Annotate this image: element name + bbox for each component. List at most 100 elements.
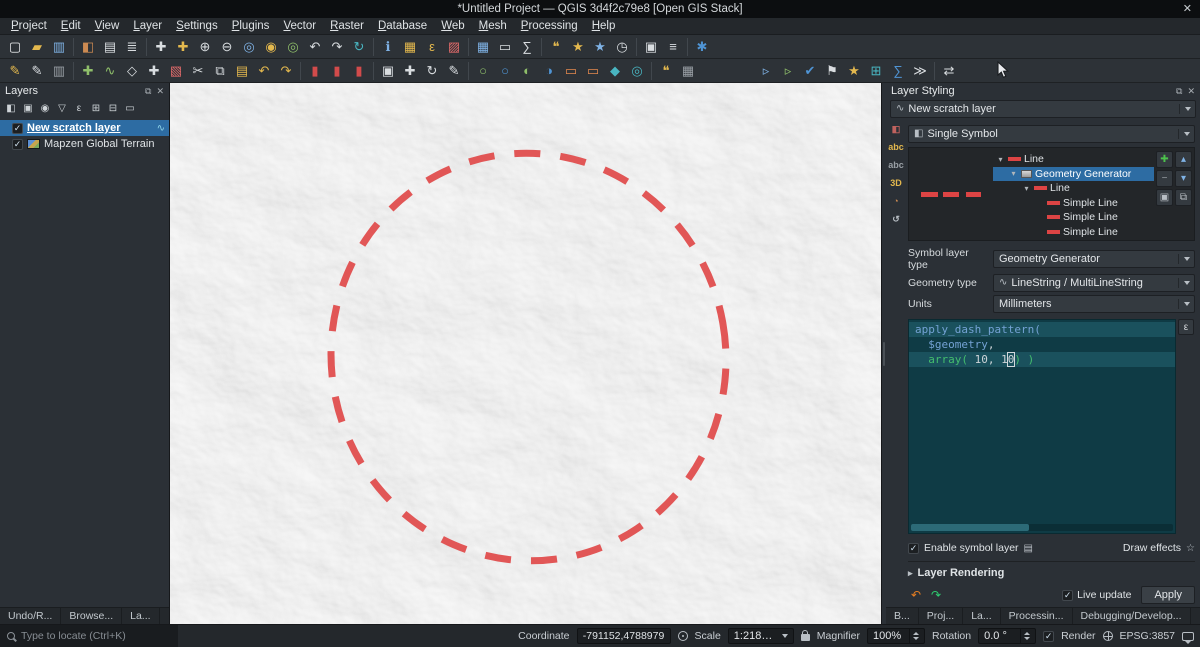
toggle-editing-icon[interactable]: ✎ [26,60,48,82]
add-group-icon[interactable]: ▣ [20,100,36,116]
statistics-icon[interactable]: ∑ [887,60,909,82]
refresh-map-icon[interactable]: ↻ [348,36,370,58]
symbol-node-simple-line-3[interactable]: Simple Line [993,225,1154,240]
enable-symbol-layer-checkbox[interactable]: ✓ [908,543,919,554]
menu-database[interactable]: Database [371,18,434,34]
temporal-controller-icon[interactable]: ◷ [611,36,633,58]
render-checkbox[interactable]: ✓ [1043,631,1054,642]
save-project-icon[interactable]: ▥ [48,36,70,58]
crs-status-button[interactable]: EPSG:3857 [1120,630,1175,642]
digitize-rectangle-3points-icon[interactable]: ▭ [582,60,604,82]
labels-tab-icon[interactable]: abc [888,143,904,152]
expression-editor[interactable]: apply_dash_pattern( $geometry, array( 10… [908,319,1176,534]
current-edits-icon[interactable]: ✎ [4,60,26,82]
geometry-type-select[interactable]: ∿ LineString / MultiLineString [993,274,1195,292]
show-bookmarks-icon[interactable]: ★ [589,36,611,58]
add-symbol-layer-button[interactable]: ✚ [1156,151,1173,168]
digitize-circle-3points-icon[interactable]: ○ [494,60,516,82]
layer-visibility-checkbox[interactable]: ✓ [12,123,23,134]
open-project-icon[interactable]: ▰ [26,36,48,58]
editor-hscrollbar[interactable] [911,524,1173,531]
menu-edit[interactable]: Edit [54,18,88,34]
menu-web[interactable]: Web [434,18,471,34]
dock-tab-undo-redo[interactable]: Undo/R... [0,608,61,624]
remove-symbol-layer-button[interactable]: − [1156,170,1173,187]
select-within-icon[interactable]: ▹ [777,60,799,82]
expression-builder-button[interactable]: ε [1178,319,1194,335]
magnifier-spinbox[interactable]: 100% [867,628,925,644]
coordinate-value-box[interactable]: -791152,4788979 [577,628,671,644]
panel-float-icon[interactable]: ⧉ [1176,87,1182,96]
zoom-out-icon[interactable]: ⊖ [216,36,238,58]
window-close-icon[interactable]: ✕ [1183,2,1192,15]
pin-labels-icon[interactable]: ▮ [348,60,370,82]
deselect-all-icon[interactable]: ▨ [443,36,465,58]
map-canvas[interactable] [170,83,881,624]
move-feature-icon[interactable]: ✚ [143,60,165,82]
zoom-next-icon[interactable]: ↷ [326,36,348,58]
dock-tab-processing[interactable]: Processin... [1001,608,1073,624]
new-map-view-icon[interactable]: ▣ [640,36,662,58]
add-feature-icon[interactable]: ✚ [77,60,99,82]
zoom-last-icon[interactable]: ↶ [304,36,326,58]
undo-icon[interactable]: ↶ [253,60,275,82]
show-layout-manager-icon[interactable]: ≣ [121,36,143,58]
expand-all-icon[interactable]: ⊞ [88,100,104,116]
save-layer-edits-icon[interactable]: ▥ [48,60,70,82]
dock-tab-layers[interactable]: La... [122,608,159,624]
style-undo-button[interactable]: ↶ [908,587,924,603]
hscrollbar-handle[interactable] [911,524,1029,531]
live-update-checkbox[interactable]: ✓ [1062,590,1073,601]
new-project-icon[interactable]: ▢ [4,36,26,58]
geometry-checker-icon[interactable]: ★ [843,60,865,82]
dock-tab-browser[interactable]: Browse... [61,608,122,624]
zoom-in-icon[interactable]: ⊕ [194,36,216,58]
move-up-button[interactable]: ▴ [1175,151,1192,168]
new-bookmark-icon[interactable]: ★ [567,36,589,58]
filter-legend-icon[interactable]: ▽ [54,100,70,116]
dock-tab-debugging[interactable]: Debugging/Develop... [1073,608,1191,624]
measure-line-icon[interactable]: ▭ [494,36,516,58]
zoom-full-icon[interactable]: ◎ [238,36,260,58]
lock-color-button[interactable]: ▣ [1156,189,1173,206]
symbol-layer-type-select[interactable]: Geometry Generator [993,250,1195,268]
draw-effects-star-icon[interactable]: ☆ [1186,543,1195,554]
menu-project[interactable]: Project [4,18,54,34]
zoom-to-selection-icon[interactable]: ◉ [260,36,282,58]
layer-row-mapzen-global-terrain[interactable]: ✓ Mapzen Global Terrain [0,136,169,152]
menu-vector[interactable]: Vector [276,18,323,34]
python-console-icon[interactable]: ≫ [909,60,931,82]
add-line-feature-icon[interactable]: ∿ [99,60,121,82]
dock-tab-project[interactable]: Proj... [919,608,963,624]
filter-by-expression-icon[interactable]: ε [71,100,87,116]
symbol-node-geometry-generator[interactable]: ▾ Geometry Generator [993,167,1154,182]
history-tab-icon[interactable]: ↺ [892,215,900,224]
menu-processing[interactable]: Processing [514,18,585,34]
dock-tab-layer-styling[interactable]: La... [963,608,1000,624]
extents-toggle-icon[interactable] [678,631,688,641]
show-pinned-labels-icon[interactable]: ▣ [377,60,399,82]
locate-input[interactable]: Type to locate (Ctrl+K) [0,625,178,647]
symbol-node-line[interactable]: ▾ Line [993,152,1154,167]
move-down-button[interactable]: ▾ [1175,170,1192,187]
redo-icon[interactable]: ↷ [275,60,297,82]
paste-features-icon[interactable]: ▤ [231,60,253,82]
spinner-arrows[interactable] [909,629,919,643]
menu-settings[interactable]: Settings [169,18,225,34]
move-label-icon[interactable]: ✚ [399,60,421,82]
layer-labeling-options-icon[interactable]: ▮ [304,60,326,82]
symbol-node-simple-line-2[interactable]: Simple Line [993,210,1154,225]
zoom-to-layer-icon[interactable]: ◎ [282,36,304,58]
georeferencer-icon[interactable]: ⊞ [865,60,887,82]
pan-map-icon[interactable]: ✚ [150,36,172,58]
offline-editing-icon[interactable]: ⇄ [938,60,960,82]
select-features-icon[interactable]: ▦ [399,36,421,58]
snapping-grid-icon[interactable]: ▦ [677,60,699,82]
style-manager-icon[interactable]: ◧ [77,36,99,58]
annotation-icon[interactable]: ❝ [655,60,677,82]
3d-view-tab-icon[interactable]: 3D [890,179,902,188]
delete-selected-icon[interactable]: ▧ [165,60,187,82]
menu-mesh[interactable]: Mesh [472,18,514,34]
menu-plugins[interactable]: Plugins [225,18,277,34]
panel-splitter[interactable] [881,83,886,624]
